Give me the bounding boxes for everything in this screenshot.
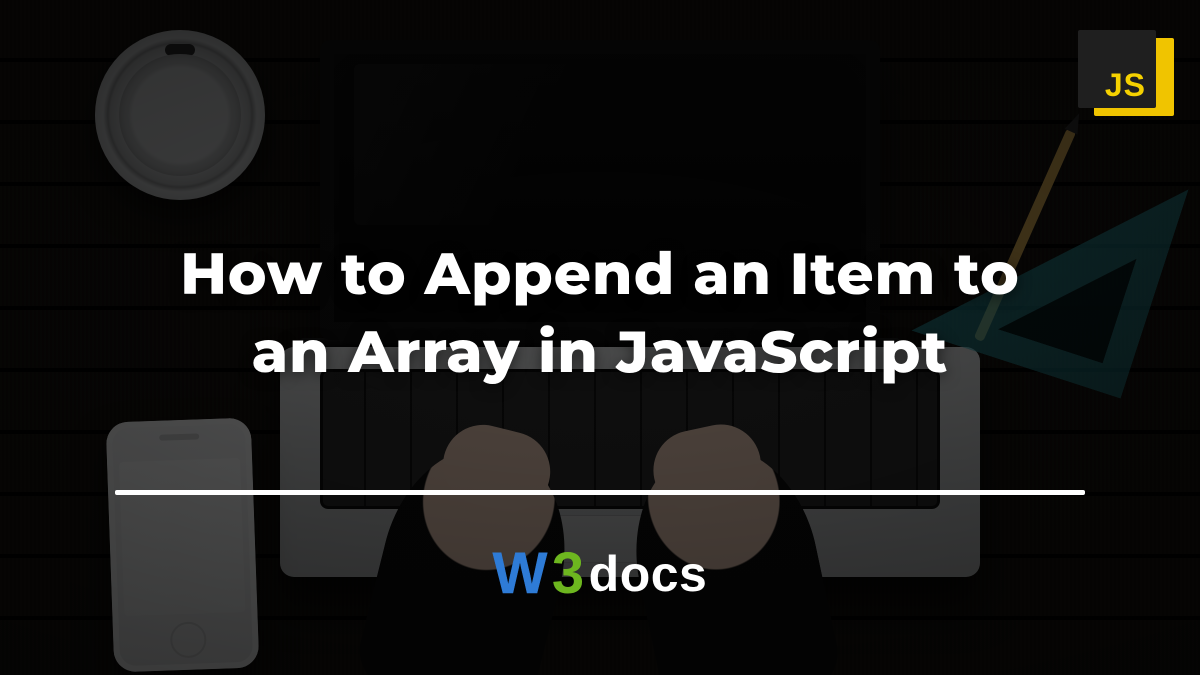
js-logo-label: JS (1105, 67, 1146, 104)
js-logo-icon: JS (1078, 30, 1166, 118)
brand-docs: docs (589, 545, 708, 603)
title-line-2: an Array in JavaScript (252, 316, 949, 387)
brand-w: W (493, 540, 548, 607)
title-line-1: How to Append an Item to (180, 238, 1020, 309)
brand-logo: W 3 docs (0, 540, 1200, 607)
brand-3: 3 (552, 540, 585, 607)
divider (115, 490, 1085, 495)
page-title: How to Append an Item to an Array in Jav… (0, 235, 1200, 392)
